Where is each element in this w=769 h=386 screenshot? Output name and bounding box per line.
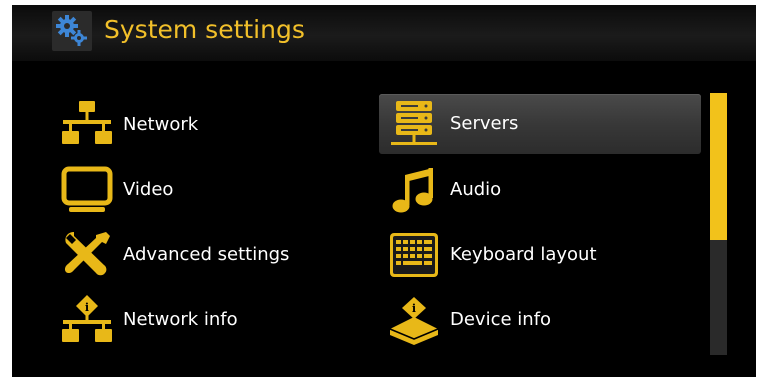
menu-item-device-info[interactable]: i Device info <box>379 290 701 350</box>
menu-item-label: Advanced settings <box>123 244 290 265</box>
scrollbar-thumb[interactable] <box>710 93 727 240</box>
video-icon <box>61 166 113 212</box>
scrollbar[interactable] <box>710 93 727 355</box>
header-bar: System settings <box>12 5 756 61</box>
menu-item-keyboard-layout[interactable]: Keyboard layout <box>379 225 701 285</box>
settings-screen: System settings Network Servers Video Au… <box>12 5 756 377</box>
menu-item-label: Video <box>123 179 174 200</box>
device-info-icon: i <box>389 297 439 345</box>
network-info-icon: i <box>62 295 112 342</box>
menu-item-advanced-settings[interactable]: Advanced settings <box>52 225 374 285</box>
audio-icon <box>392 168 433 213</box>
menu-item-label: Network <box>123 114 199 135</box>
network-icon <box>62 101 112 144</box>
menu-item-label: Keyboard layout <box>450 244 597 265</box>
menu-item-audio[interactable]: Audio <box>379 160 701 220</box>
servers-icon <box>391 101 437 145</box>
menu-item-label: Audio <box>450 179 502 200</box>
menu-item-video[interactable]: Video <box>52 160 374 220</box>
menu-item-label: Servers <box>450 113 519 134</box>
svg-text:i: i <box>412 302 416 315</box>
settings-gears-icon <box>52 11 92 51</box>
menu-item-network[interactable]: Network <box>52 95 374 155</box>
menu-item-network-info[interactable]: i Network info <box>52 290 374 350</box>
menu-item-servers[interactable]: Servers <box>379 94 701 154</box>
menu-item-label: Device info <box>450 309 552 330</box>
keyboard-icon <box>390 233 438 277</box>
svg-text:i: i <box>85 301 89 314</box>
tools-icon <box>64 232 110 276</box>
menu-item-label: Network info <box>123 309 238 330</box>
page-title: System settings <box>104 15 305 44</box>
